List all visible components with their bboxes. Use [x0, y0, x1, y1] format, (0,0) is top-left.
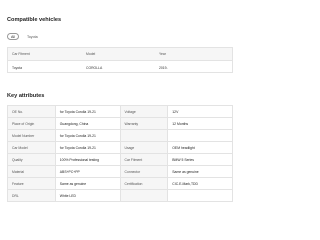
- attribute-key: Material: [8, 166, 56, 178]
- key-attributes-table: OE No. for Toyota Corolla 19-21 Voltage 12V…: [7, 105, 233, 202]
- attribute-key: Usage: [120, 142, 169, 154]
- attribute-row: Model Number for Toyota Corolla 19-21: [8, 130, 233, 142]
- attribute-row: Quality 100% Professional testing Car Fitm…: [8, 154, 233, 166]
- attribute-key: Voltage: [120, 106, 169, 118]
- attribute-row: Material ABS+PC+PP Connector Same as genuin…: [8, 166, 233, 178]
- attribute-value: Guangdong, China: [55, 118, 121, 130]
- attribute-value: for Toyota Corolla 19-21: [55, 130, 121, 142]
- header-model: Model: [86, 52, 96, 56]
- attribute-value: 12V: [168, 106, 233, 118]
- attribute-key: Certification: [120, 178, 169, 190]
- attribute-key: Place of Origin: [8, 118, 56, 130]
- attribute-key: Warranty: [120, 118, 169, 130]
- attribute-value: for Toyota Corolla 19-21: [55, 142, 121, 154]
- attribute-value: White LED: [55, 190, 121, 202]
- table-header-row: Car Fitment Model Year: [8, 48, 232, 61]
- attribute-key: [120, 190, 169, 202]
- attribute-key: [120, 130, 169, 142]
- compatible-vehicles-title: Compatible vehicles: [7, 17, 62, 23]
- attribute-key: Connector: [120, 166, 169, 178]
- header-car-fitment: Car Fitment: [12, 52, 30, 56]
- attribute-value: 100% Professional testing: [55, 154, 121, 166]
- attribute-row: Place of Origin Guangdong, China Warranty 1…: [8, 118, 233, 130]
- attribute-row: DRL White LED: [8, 190, 233, 202]
- attribute-key: Car Fitment: [120, 154, 169, 166]
- compatible-vehicles-table: Car Fitment Model Year Toyota COROLLA 20…: [7, 47, 233, 73]
- table-row: Toyota COROLLA 2019-: [8, 61, 232, 74]
- attribute-value: BMW 5 Series: [168, 154, 233, 166]
- attribute-row: Car Model for Toyota Corolla 19-21 Usage OE…: [8, 142, 233, 154]
- attribute-value: [168, 190, 233, 202]
- attribute-key: Feature: [8, 178, 56, 190]
- key-attributes-title: Key attributes: [7, 93, 45, 99]
- attribute-key: Car Model: [8, 142, 56, 154]
- cell-model: COROLLA: [86, 65, 103, 70]
- attribute-key: Quality: [8, 154, 56, 166]
- attribute-key: Model Number: [8, 130, 56, 142]
- attribute-value: [168, 130, 233, 142]
- attribute-value: 12 Months: [168, 118, 233, 130]
- attribute-value: Same as genuine: [55, 178, 121, 190]
- attribute-row: OE No. for Toyota Corolla 19-21 Voltage 12V: [8, 106, 233, 118]
- attribute-value: ABS+PC+PP: [55, 166, 121, 178]
- attribute-row: Feature Same as genuine Certification CIC.E…: [8, 178, 233, 190]
- attribute-key: OE No.: [8, 106, 56, 118]
- cell-year: 2019-: [159, 65, 168, 70]
- attribute-value: for Toyota Corolla 19-21: [55, 106, 121, 118]
- vehicle-brand-tabs: All Toyota: [7, 33, 42, 40]
- attribute-value: CIC.E-Mark,TDD: [168, 178, 233, 190]
- attribute-value: Same as genuine: [168, 166, 233, 178]
- tab-toyota[interactable]: Toyota: [23, 33, 42, 40]
- attribute-value: OEM headlight: [168, 142, 233, 154]
- tab-all[interactable]: All: [7, 33, 19, 40]
- attribute-key: DRL: [8, 190, 56, 202]
- cell-car-fitment: Toyota: [12, 65, 22, 70]
- header-year: Year: [159, 52, 166, 56]
